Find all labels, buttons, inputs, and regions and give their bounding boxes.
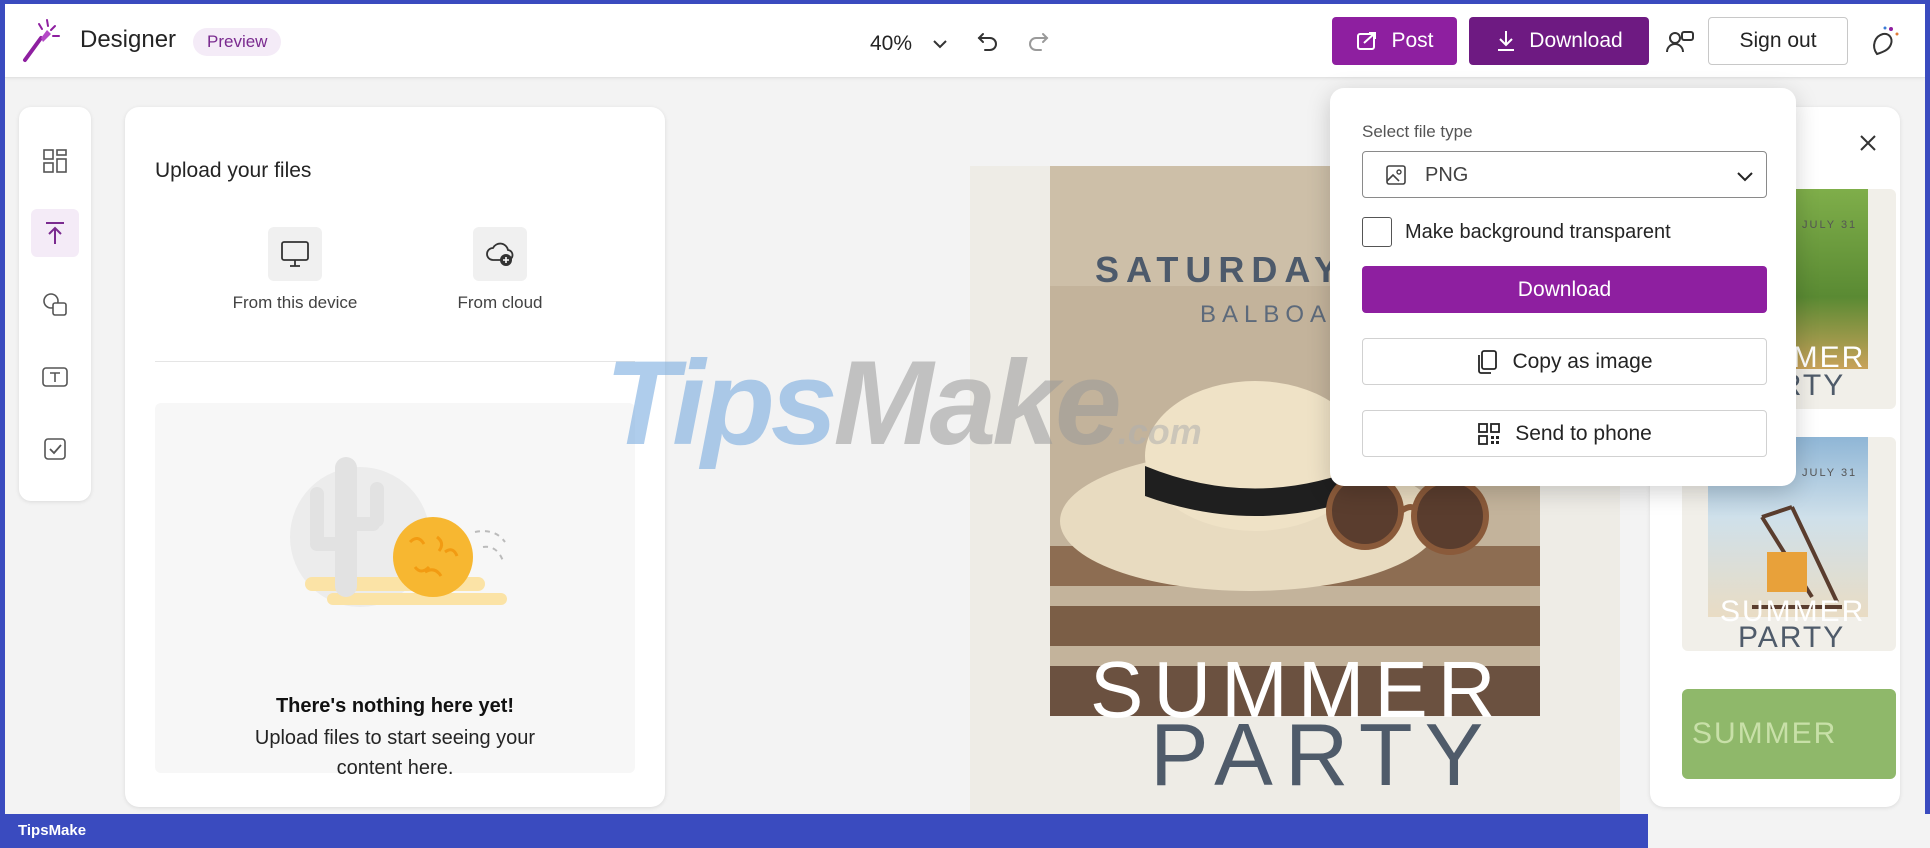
send-to-phone-label: Send to phone [1515,421,1652,445]
empty-state: There's nothing here yet! Upload files t… [155,403,635,779]
redo-icon[interactable] [1025,29,1051,55]
file-type-label: Select file type [1362,122,1473,141]
download-button[interactable]: Download [1469,17,1649,65]
preview-badge: Preview [193,28,282,56]
post-label: Post [1391,29,1434,52]
chevron-down-icon[interactable] [930,34,950,54]
sign-out-button[interactable]: Sign out [1708,17,1848,65]
close-icon[interactable] [1858,133,1878,153]
copy-icon [1478,349,1498,374]
watermark-part-1: Tips [605,336,838,470]
file-type-select[interactable]: PNG [1362,151,1767,198]
app-title: Designer [80,26,177,53]
upload-from-device-label: From this device [232,293,358,312]
watermark-part-2: Make [833,336,1122,470]
app-window: Designer Preview 40% Post Download Sign … [5,4,1925,814]
rail-visuals[interactable] [37,287,73,323]
checkbox-icon [44,438,66,460]
qr-code-icon [1478,422,1501,445]
empty-title: There's nothing here yet! [275,695,515,717]
copy-as-image-button[interactable]: Copy as image [1362,338,1767,385]
download-label: Download [1529,29,1623,52]
transparent-label[interactable]: Make background transparent [1405,221,1671,244]
rail-my-media[interactable] [37,431,73,467]
text-box-icon [42,367,68,387]
poster-title-party[interactable]: PARTY [1150,704,1495,806]
rail-templates[interactable] [37,143,73,179]
share-people-icon[interactable] [1665,28,1695,58]
idea-card-date: JULY 31 [1802,467,1858,479]
rail-upload[interactable] [31,209,79,257]
post-button[interactable]: Post [1332,17,1457,65]
monitor-icon [281,241,309,267]
watermark: TipsMake.com [605,334,1202,472]
file-type-value: PNG [1425,164,1469,186]
download-confirm-button[interactable]: Download [1362,266,1767,313]
undo-icon[interactable] [975,29,1001,55]
footer-right-area [1648,814,1930,848]
upload-title: Upload your files [155,159,312,182]
download-icon [1498,31,1515,51]
cloud-add-icon [486,242,514,266]
upload-from-cloud[interactable]: From cloud [420,227,580,313]
cactus-illustration-icon [290,457,507,607]
divider [155,361,635,362]
top-bar: Designer Preview 40% Post Download Sign … [5,4,1925,78]
poster-location-line[interactable]: BALBOA [1200,301,1332,329]
zoom-level[interactable]: 40% [870,32,912,56]
left-rail [19,107,91,501]
shapes-image-icon [43,293,67,316]
send-to-phone-button[interactable]: Send to phone [1362,410,1767,457]
idea-card[interactable]: SUMMER [1682,689,1896,779]
empty-description: Upload files to start seeing your conten… [254,727,536,779]
upload-panel: Upload your files From this device From … [125,107,665,807]
image-icon [1386,165,1406,185]
upload-from-cloud-label: From cloud [457,293,543,312]
idea-card-title1: SUMMER [1692,717,1838,750]
transparent-checkbox[interactable] [1362,217,1392,247]
watermark-part-3: .com [1117,411,1202,452]
idea-card-date: JULY 31 [1802,219,1858,231]
layout-grid-icon [43,149,67,173]
rail-text[interactable] [37,359,73,395]
upload-icon [46,222,64,244]
designer-assistant-icon[interactable] [1867,24,1901,58]
copy-label: Copy as image [1512,349,1653,373]
footer-bar [0,814,1648,848]
designer-logo-icon [23,19,60,62]
poster-date-line[interactable]: SATURDAY, [1095,249,1358,291]
share-post-icon [1357,32,1377,50]
idea-card-title2: PARTY [1738,621,1846,651]
upload-from-device[interactable]: From this device [215,227,375,313]
chevron-down-icon [1737,172,1753,182]
footer-label: TipsMake [18,822,87,839]
download-menu: Select file type PNG Make background tra… [1330,88,1796,486]
